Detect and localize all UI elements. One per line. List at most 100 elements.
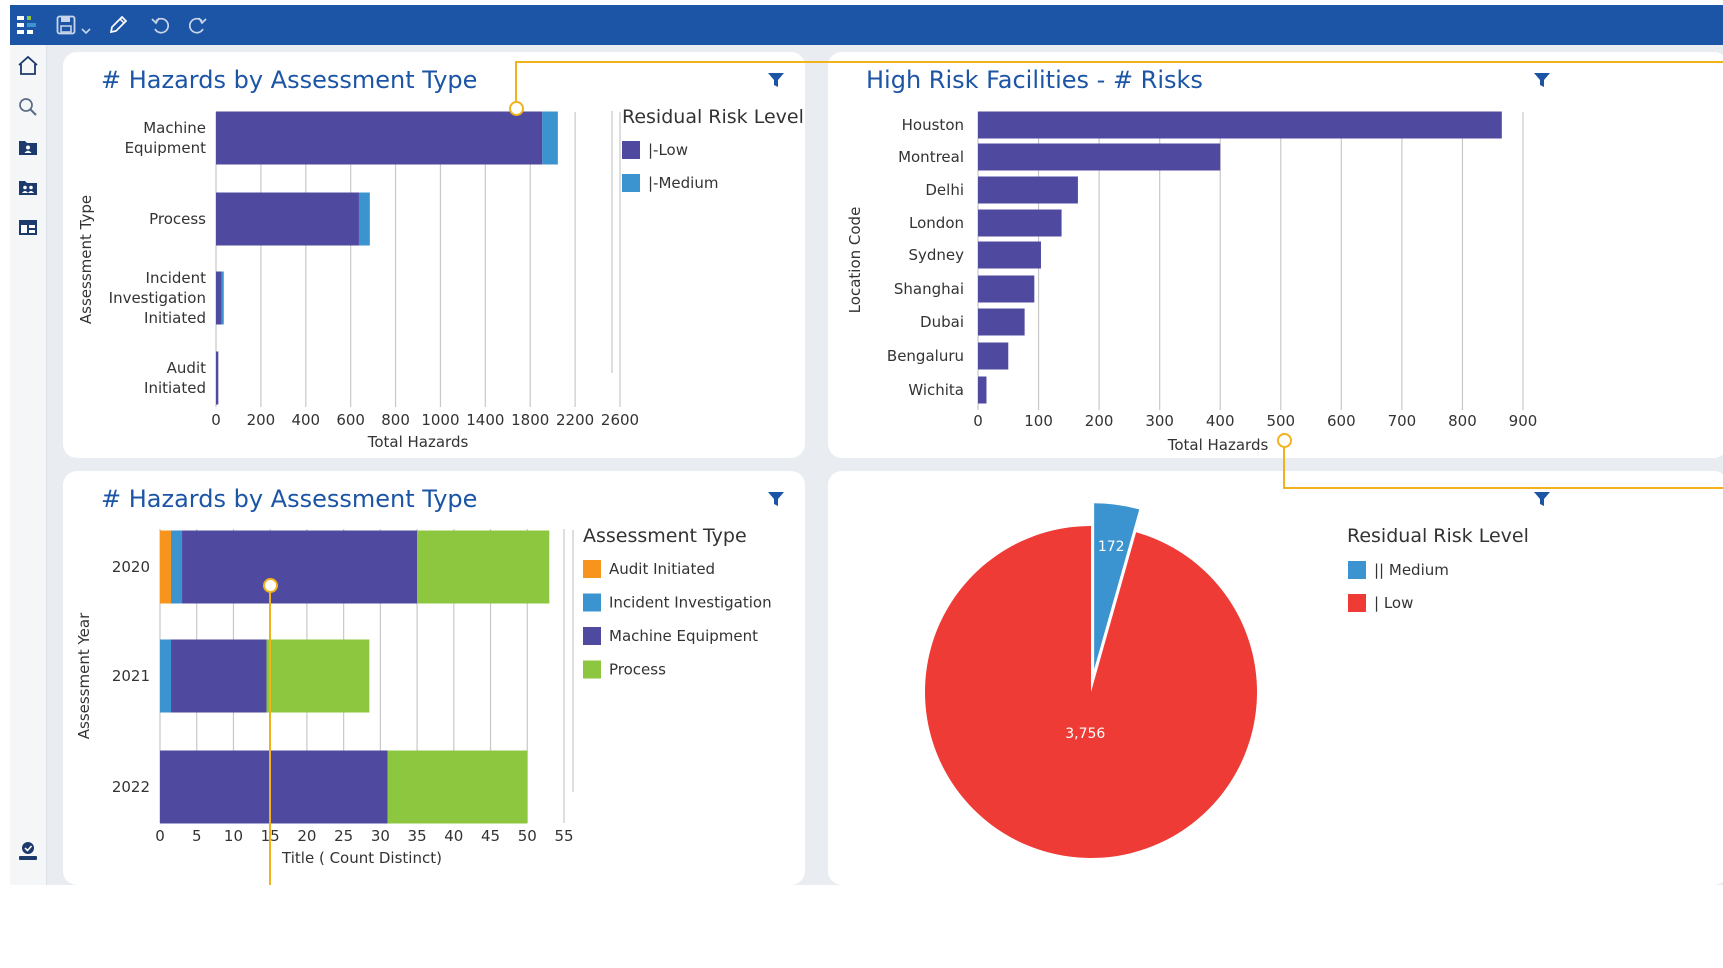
x-tick-label: 45	[481, 827, 500, 845]
category-label: Initiated	[144, 379, 206, 397]
y-axis-label: Location Code	[846, 207, 864, 314]
assessment-type-bar-chart: 0 200 400 600 800 1000 1400 1800 2200 2600 Machine…	[77, 106, 804, 451]
bar	[978, 209, 1062, 237]
y-axis-label: Assessment Year	[75, 612, 93, 739]
dashboard-layout-icon[interactable]	[17, 217, 39, 241]
bar	[216, 271, 222, 325]
bar	[182, 530, 418, 604]
category-label: Dubai	[920, 313, 964, 331]
hazards-by-type-panel: # Hazards by Assessment Type 0 200 400 600 8…	[63, 52, 805, 458]
app-grid-icon[interactable]	[16, 14, 38, 40]
team-folder-icon[interactable]	[17, 177, 39, 201]
x-tick-label: 400	[1206, 412, 1235, 430]
hazards-by-year-panel: # Hazards by Assessment Type 05101520253…	[63, 471, 805, 885]
x-tick-label: 50	[518, 827, 537, 845]
bar	[216, 192, 359, 246]
legend-swatch	[583, 593, 601, 612]
x-tick-label: 30	[371, 827, 390, 845]
category-label: Shanghai	[894, 280, 964, 298]
x-tick-label: 1800	[511, 411, 549, 429]
connector-line	[1283, 487, 1723, 489]
category-label: Wichita	[908, 381, 964, 399]
category-label: Montreal	[898, 148, 964, 166]
user-profile-icon[interactable]	[17, 840, 39, 866]
connector-line	[515, 61, 1723, 63]
bar	[171, 639, 267, 713]
bar	[978, 308, 1025, 336]
category-label: Equipment	[125, 139, 207, 157]
edit-pencil-icon[interactable]	[108, 15, 128, 39]
bar	[160, 530, 172, 604]
x-tick-label: 100	[1024, 412, 1053, 430]
x-tick-label: 0	[973, 412, 983, 430]
x-axis-label: Total Hazards	[1167, 436, 1269, 454]
bar	[417, 530, 550, 604]
bar	[978, 241, 1041, 269]
x-tick-label: 600	[336, 411, 365, 429]
pie-data-label: 172	[1098, 539, 1125, 555]
connector-line	[269, 586, 271, 885]
legend-swatch	[583, 627, 601, 645]
legend-title: Residual Risk Level	[622, 106, 804, 128]
dashboard-canvas: # Hazards by Assessment Type 0 200 400 600 8…	[47, 45, 1723, 885]
legend-swatch	[1348, 594, 1366, 612]
bar	[160, 750, 388, 824]
x-tick-label: 2200	[556, 411, 594, 429]
bar	[978, 143, 1221, 171]
bar	[358, 192, 370, 246]
category-label: Initiated	[144, 309, 206, 327]
x-axis-label: Total Hazards	[367, 433, 469, 451]
x-tick-label: 1000	[421, 411, 459, 429]
undo-icon[interactable]	[150, 15, 172, 39]
x-tick-label: 500	[1266, 412, 1295, 430]
x-tick-label: 25	[334, 827, 353, 845]
x-tick-label: 10	[224, 827, 243, 845]
redo-icon[interactable]	[186, 15, 208, 39]
x-tick-label: 600	[1327, 412, 1356, 430]
left-sidebar	[10, 45, 47, 885]
legend-swatch	[583, 660, 601, 679]
legend-label: |-Medium	[648, 174, 718, 192]
pie-slice	[925, 526, 1257, 858]
residual-risk-pie-panel: 172 3,756 Residual Risk Level || Medium | Lo…	[828, 471, 1723, 885]
legend-swatch	[622, 141, 640, 159]
x-tick-label: 5	[192, 827, 202, 845]
category-label: Bengaluru	[887, 347, 964, 365]
x-axis-label: Title ( Count Distinct)	[281, 849, 442, 867]
category-label: Audit	[167, 359, 206, 377]
legend-label: Process	[609, 661, 666, 679]
pie-data-label: 3,756	[1065, 726, 1105, 742]
category-label: Incident	[146, 269, 207, 287]
x-tick-label: 40	[444, 827, 463, 845]
category-label: Process	[149, 210, 206, 228]
x-tick-label: 800	[381, 411, 410, 429]
assessment-year-bar-chart: 0510152025303540455055202020212022Title …	[75, 525, 772, 867]
save-icon[interactable]	[56, 15, 76, 39]
connector-line	[1283, 443, 1285, 488]
search-icon[interactable]	[17, 96, 39, 122]
x-tick-label: 900	[1509, 412, 1538, 430]
legend-swatch	[583, 560, 601, 578]
legend-label: |-Low	[648, 141, 688, 159]
legend-title: Assessment Type	[583, 525, 747, 547]
bar	[266, 639, 370, 713]
category-label: London	[909, 214, 964, 232]
connector-dot	[263, 578, 278, 593]
bar	[216, 351, 219, 405]
y-axis-label: Assessment Type	[77, 195, 95, 324]
bar	[160, 639, 172, 713]
bar	[216, 111, 543, 165]
bar	[978, 275, 1035, 303]
x-tick-label: 400	[291, 411, 320, 429]
legend-swatch	[1348, 561, 1366, 579]
home-icon[interactable]	[17, 55, 39, 81]
dropdown-caret-icon[interactable]	[81, 20, 91, 39]
bar	[978, 342, 1009, 370]
legend-swatch	[622, 174, 640, 192]
x-tick-label: 20	[297, 827, 316, 845]
bar	[171, 530, 183, 604]
category-label: 2022	[112, 778, 150, 796]
user-folder-icon[interactable]	[17, 137, 39, 161]
top-toolbar	[10, 5, 1723, 45]
bar	[542, 111, 558, 165]
